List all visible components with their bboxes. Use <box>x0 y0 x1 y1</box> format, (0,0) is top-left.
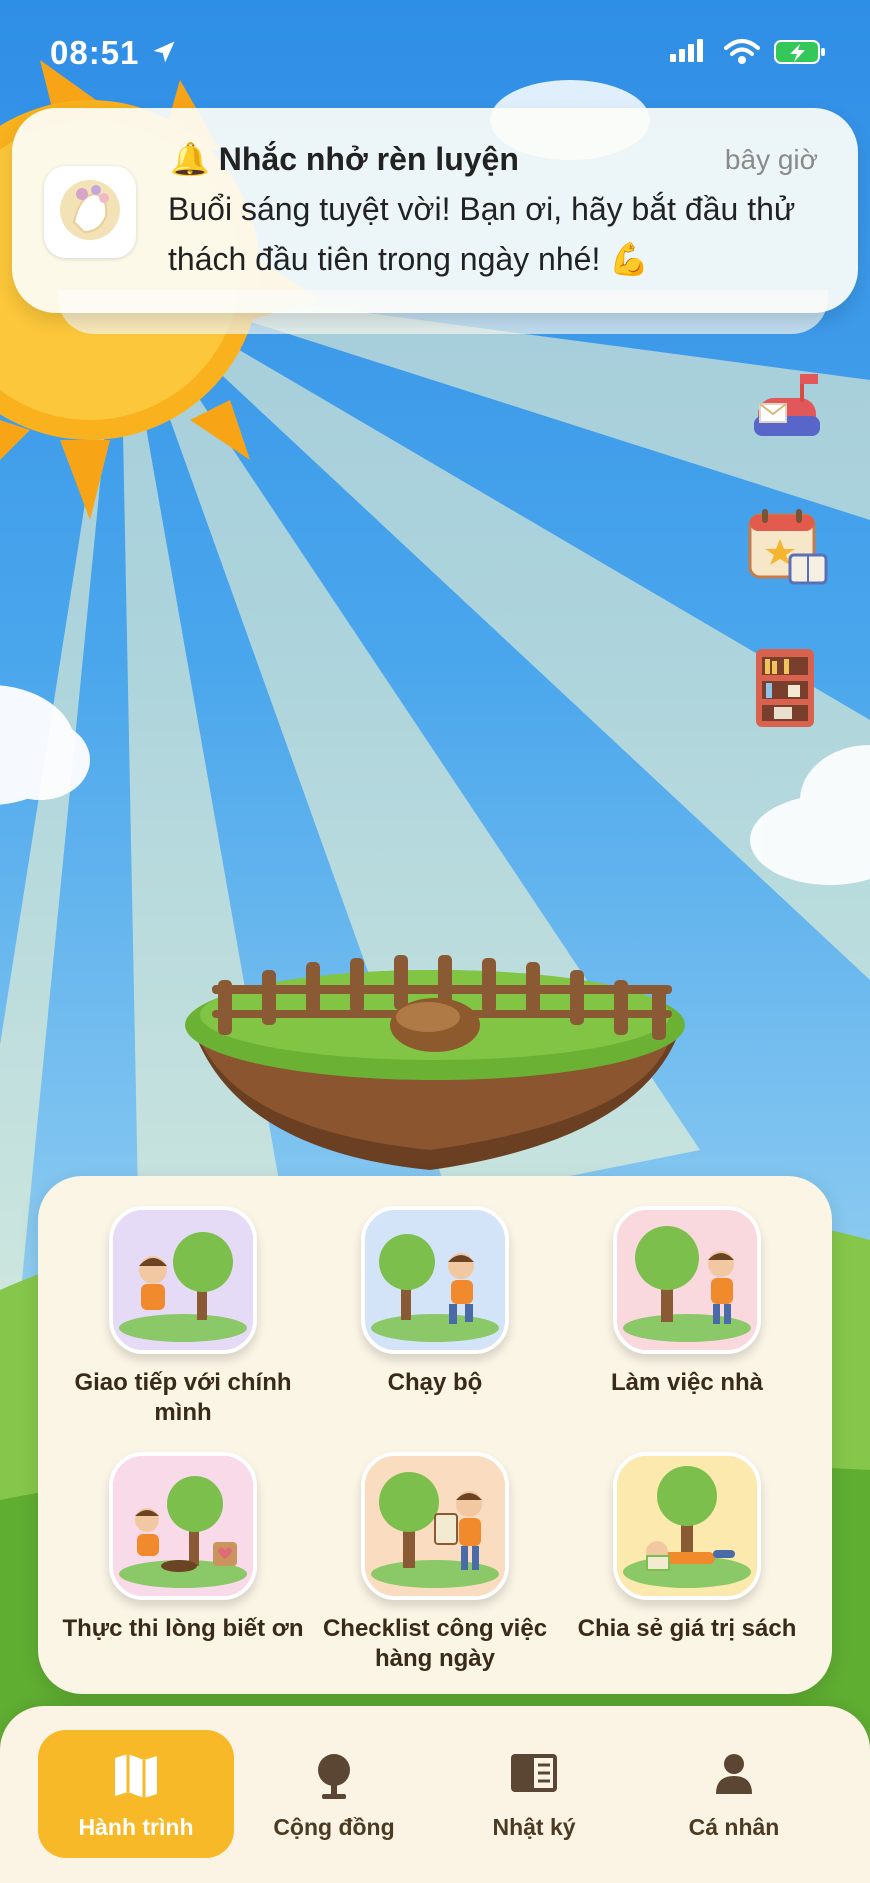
notification-title: 🔔 Nhắc nhở rèn luyện <box>170 141 519 177</box>
activities-panel: Giao tiếp với chính mình Chạy bộ Làm việ… <box>38 1176 832 1694</box>
activity-tile-self-talk[interactable]: Giao tiếp với chính mình <box>58 1206 308 1428</box>
activity-label-housework: Làm việc nhà <box>610 1369 764 1396</box>
bottom-tab-bar: Hành trình Cộng đồng Nhật ký Cá nhân <box>0 1706 870 1883</box>
tab-label-journal: Nhật ký <box>492 1814 576 1840</box>
app-icon <box>44 166 136 258</box>
activity-label-book-sharing: Chia sẻ giá trị sách <box>577 1615 797 1642</box>
tab-journey[interactable]: Hành trình <box>38 1730 234 1858</box>
status-time: 08:51 <box>50 34 140 71</box>
tab-profile[interactable]: Cá nhân <box>636 1730 832 1858</box>
calendar-book-icon[interactable] <box>744 505 830 591</box>
tree-icon <box>318 1754 350 1799</box>
activity-label-running: Chạy bộ <box>387 1369 483 1396</box>
location-arrow-icon <box>153 41 175 63</box>
activity-tile-gratitude[interactable]: Thực thi lòng biết ơn <box>58 1452 308 1644</box>
journey-scene: 08:51 🔔 Nhắc nhở rèn luyện bây giờ Buổi … <box>0 0 870 1883</box>
activity-image-self-talk <box>109 1206 257 1354</box>
tab-label-profile: Cá nhân <box>688 1814 780 1840</box>
activity-image-gratitude <box>109 1452 257 1600</box>
notification-time: bây giờ <box>724 144 818 175</box>
tab-journal[interactable]: Nhật ký <box>436 1730 632 1858</box>
map-icon <box>115 1754 157 1798</box>
activity-tile-housework[interactable]: Làm việc nhà <box>562 1206 812 1398</box>
journal-icon <box>511 1754 557 1792</box>
status-bar: 08:51 <box>0 0 870 110</box>
activity-label-gratitude: Thực thi lòng biết ơn <box>62 1615 304 1642</box>
activity-image-book-sharing <box>613 1452 761 1600</box>
tab-label-community: Cộng đồng <box>273 1814 395 1840</box>
battery-charging-icon <box>774 40 825 64</box>
notification-banner[interactable]: 🔔 Nhắc nhở rèn luyện bây giờ Buổi sáng t… <box>12 108 858 313</box>
activity-image-housework <box>613 1206 761 1354</box>
activity-image-running <box>361 1206 509 1354</box>
cellular-signal-icon <box>670 39 703 62</box>
wifi-icon <box>724 39 760 64</box>
activity-label-self-talk: Giao tiếp với chính mình <box>74 1369 292 1426</box>
activity-tile-daily-checklist[interactable]: Checklist công việc hàng ngày <box>310 1452 560 1674</box>
activity-tile-book-sharing[interactable]: Chia sẻ giá trị sách <box>562 1452 812 1644</box>
tab-label-journey: Hành trình <box>78 1814 194 1840</box>
activity-tile-running[interactable]: Chạy bộ <box>310 1206 560 1398</box>
mailbox-icon[interactable] <box>744 368 830 454</box>
tab-community[interactable]: Cộng đồng <box>236 1730 432 1858</box>
person-icon <box>716 1754 752 1794</box>
bookshelf-icon[interactable] <box>744 645 830 731</box>
activity-image-daily-checklist <box>361 1452 509 1600</box>
notification-body: Buổi sáng tuyệt vời! Bạn ơi, hãy bắt đầu… <box>168 191 796 277</box>
activity-label-daily-checklist: Checklist công việc hàng ngày <box>322 1615 548 1672</box>
